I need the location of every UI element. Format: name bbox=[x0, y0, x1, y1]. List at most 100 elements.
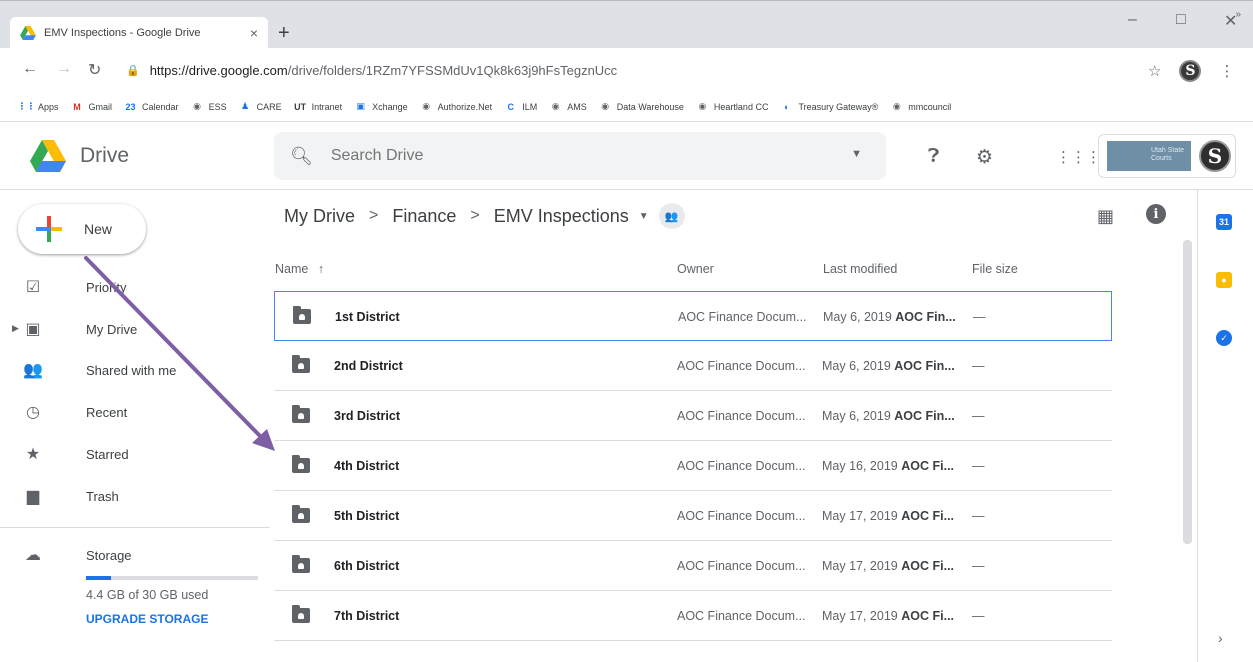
search-icon[interactable]: 🔍︎ bbox=[290, 146, 313, 167]
file-row[interactable]: 4th District AOC Finance Docum... May 16, … bbox=[274, 441, 1112, 491]
bookmark-label: ILM bbox=[522, 101, 538, 112]
info-icon[interactable]: i bbox=[1146, 204, 1166, 224]
column-header-name[interactable]: Name ↑ bbox=[275, 262, 324, 276]
expand-my-drive-caret-icon[interactable]: ▶ bbox=[12, 323, 19, 334]
sidebar-divider bbox=[0, 527, 270, 528]
grid-view-icon[interactable]: ▦ bbox=[1097, 206, 1114, 227]
search-input[interactable] bbox=[330, 147, 811, 165]
side-panel: 31 ● ✓ › bbox=[1197, 190, 1253, 662]
file-row[interactable]: 1st District AOC Finance Docum... May 6, 2… bbox=[274, 291, 1112, 341]
new-button[interactable]: New bbox=[18, 204, 146, 254]
treasury-icon: ◐ bbox=[784, 101, 790, 112]
sidebar-item-recent[interactable]: ◷ Recent bbox=[22, 397, 127, 427]
bookmark-item[interactable]: ◉ ESS bbox=[191, 100, 226, 113]
modified-by: AOC Fin... bbox=[894, 409, 955, 423]
tasks-addon-icon[interactable]: ✓ bbox=[1216, 330, 1232, 346]
sidebar-item-trash[interactable]: ▆ Trash bbox=[22, 481, 119, 511]
bookmark-item[interactable]: ◉ Data Warehouse bbox=[599, 100, 684, 113]
bookmark-label: Data Warehouse bbox=[616, 101, 684, 112]
scrollbar[interactable] bbox=[1183, 240, 1192, 544]
sidebar-item-starred[interactable]: ★ Starred bbox=[22, 439, 129, 469]
expand-panel-chevron-icon[interactable]: › bbox=[1218, 630, 1223, 646]
sidebar-item-label: My Drive bbox=[86, 321, 138, 337]
search-bar[interactable]: 🔍︎ ▼ bbox=[274, 132, 886, 180]
calendar-addon-icon[interactable]: 31 bbox=[1216, 214, 1232, 230]
google-drive-logo-icon[interactable] bbox=[30, 140, 66, 172]
file-row[interactable]: 6th District AOC Finance Docum... May 17, … bbox=[274, 541, 1112, 591]
file-owner: AOC Finance Docum... bbox=[677, 559, 806, 573]
tab-close-icon[interactable]: × bbox=[250, 25, 258, 41]
clock-icon: ◷ bbox=[26, 404, 40, 421]
forward-arrow-icon[interactable]: → bbox=[56, 60, 72, 78]
settings-gear-icon[interactable]: ⚙ bbox=[976, 146, 993, 169]
keep-addon-icon[interactable]: ● bbox=[1216, 272, 1232, 288]
account-switcher[interactable]: Utah State Courts S bbox=[1098, 134, 1236, 178]
new-tab-button[interactable]: + bbox=[278, 23, 290, 43]
profile-avatar[interactable]: S bbox=[1179, 60, 1202, 82]
bookmark-item[interactable]: ◉ Heartland CC bbox=[696, 100, 768, 113]
file-row[interactable]: 3rd District AOC Finance Docum... May 6, 2… bbox=[274, 391, 1112, 441]
shared-folder-icon[interactable]: 👥 bbox=[658, 203, 685, 229]
bookmark-item[interactable]: ◐ Treasury Gateway® bbox=[780, 100, 878, 113]
file-list: 1st District AOC Finance Docum... May 6, 2… bbox=[274, 291, 1112, 641]
column-header-file-size[interactable]: File size bbox=[972, 262, 1018, 276]
ut-logo-icon: UT bbox=[294, 101, 307, 112]
url-field[interactable]: 🔒 https://drive.google.com/drive/folders… bbox=[126, 56, 1172, 84]
tab-title: EMV Inspections - Google Drive bbox=[44, 27, 201, 39]
bookmarks-overflow-icon[interactable]: » bbox=[1235, 9, 1241, 20]
search-options-caret-icon[interactable]: ▼ bbox=[851, 148, 862, 160]
browser-tab[interactable]: EMV Inspections - Google Drive × bbox=[10, 17, 268, 49]
storage-progress-bar bbox=[86, 576, 258, 580]
sidebar-item-storage[interactable]: ☁ Storage bbox=[22, 540, 132, 570]
file-row[interactable]: 2nd District AOC Finance Docum... May 6, 2… bbox=[274, 341, 1112, 391]
folder-menu-caret-icon[interactable]: ▼ bbox=[639, 211, 649, 222]
file-owner: AOC Finance Docum... bbox=[677, 459, 806, 473]
minimize-button[interactable]: – bbox=[1128, 11, 1137, 29]
maximize-button[interactable]: □ bbox=[1176, 11, 1186, 29]
sidebar-item-my-drive[interactable]: ▣ My Drive bbox=[22, 314, 137, 344]
plus-icon bbox=[36, 216, 62, 242]
shared-folder-icon bbox=[293, 306, 311, 324]
bookmark-item[interactable]: ◉ Authorize.Net bbox=[420, 100, 492, 113]
breadcrumb-my-drive[interactable]: My Drive bbox=[284, 206, 355, 227]
file-row[interactable]: 5th District AOC Finance Docum... May 17, … bbox=[274, 491, 1112, 541]
account-avatar[interactable]: S bbox=[1199, 140, 1231, 172]
bookmark-label: AMS bbox=[567, 101, 587, 112]
apps-grid-icon[interactable]: ⋮⋮⋮ bbox=[1056, 148, 1101, 166]
browser-menu-icon[interactable]: ⋮ bbox=[1219, 62, 1234, 80]
lock-icon: 🔒 bbox=[126, 64, 140, 77]
bookmark-item[interactable]: C ILM bbox=[504, 100, 537, 113]
sidebar-item-priority[interactable]: ☑ Priority bbox=[22, 272, 127, 302]
bookmark-item[interactable]: ◉ AMS bbox=[549, 100, 587, 113]
bookmark-star-icon[interactable]: ☆ bbox=[1148, 62, 1161, 80]
upgrade-storage-link[interactable]: UPGRADE STORAGE bbox=[86, 612, 208, 626]
file-row[interactable]: 7th District AOC Finance Docum... May 17, … bbox=[274, 591, 1112, 641]
shared-folder-icon bbox=[292, 355, 310, 373]
file-owner: AOC Finance Docum... bbox=[677, 359, 806, 373]
breadcrumb-current-folder[interactable]: EMV Inspections bbox=[494, 206, 629, 227]
sort-ascending-arrow-icon[interactable]: ↑ bbox=[318, 262, 324, 276]
bookmark-item[interactable]: M Gmail bbox=[71, 100, 112, 113]
bookmark-item[interactable]: ⋮⋮ Apps bbox=[18, 100, 59, 113]
person-icon: ♟ bbox=[241, 101, 250, 111]
file-size: — bbox=[972, 509, 985, 523]
sidebar-item-shared-with-me[interactable]: 👥 Shared with me bbox=[22, 355, 176, 385]
file-size: — bbox=[972, 559, 985, 573]
shared-with-me-icon: 👥 bbox=[23, 362, 43, 379]
column-header-owner[interactable]: Owner bbox=[677, 262, 714, 276]
column-header-last-modified[interactable]: Last modified bbox=[823, 262, 897, 276]
address-bar: ← → ↻ 🔒 https://drive.google.com/drive/f… bbox=[0, 48, 1253, 92]
google-drive-favicon-icon bbox=[20, 26, 36, 40]
bookmark-item[interactable]: ◉ mmcouncil bbox=[890, 100, 951, 113]
bookmark-item[interactable]: ♟ CARE bbox=[239, 100, 282, 113]
file-last-modified: May 6, 2019 AOC Fin... bbox=[822, 409, 955, 423]
breadcrumb-finance[interactable]: Finance bbox=[392, 206, 456, 227]
reload-icon[interactable]: ↻ bbox=[88, 60, 101, 80]
back-arrow-icon[interactable]: ← bbox=[22, 60, 38, 78]
bookmark-item[interactable]: ▣ Xchange bbox=[354, 100, 407, 113]
help-icon[interactable]: ❓︎ bbox=[928, 146, 939, 168]
bookmarks-bar: ⋮⋮ Apps M Gmail 23 Calendar ◉ ESS ♟ CARE UT Intrane… bbox=[0, 92, 1253, 122]
bookmark-item[interactable]: 23 Calendar bbox=[124, 100, 179, 113]
product-name[interactable]: Drive bbox=[80, 144, 129, 168]
bookmark-item[interactable]: UT Intranet bbox=[294, 100, 342, 113]
